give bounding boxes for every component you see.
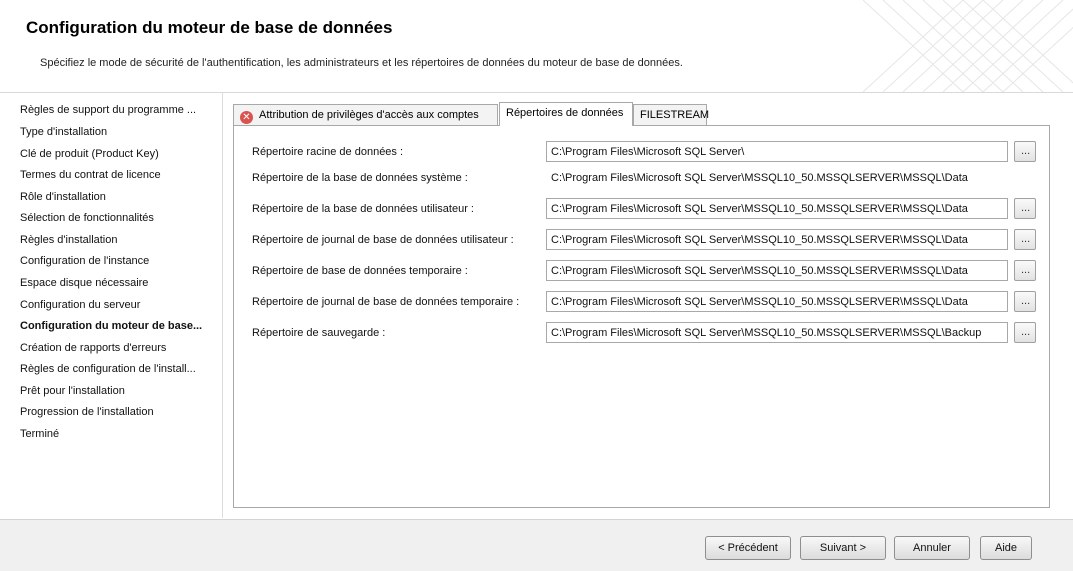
backup-dir-input[interactable] <box>546 322 1008 343</box>
user-log-dir-input[interactable] <box>546 229 1008 250</box>
temp-log-dir-browse-button[interactable]: ... <box>1014 291 1036 312</box>
sidebar-item-pret-installation[interactable]: Prêt pour l'installation <box>20 385 125 397</box>
header: Configuration du moteur de base de donné… <box>0 0 1073 93</box>
sidebar-item-configuration-moteur[interactable]: Configuration du moteur de base... <box>20 320 202 332</box>
user-db-dir-browse-button[interactable]: ... <box>1014 198 1036 219</box>
tab-filestream[interactable]: FILESTREAM <box>633 104 710 125</box>
previous-button[interactable]: < Précédent <box>705 536 791 560</box>
tab-label: Attribution de privilèges d'accès aux co… <box>259 109 479 121</box>
tab-label: FILESTREAM <box>640 109 710 121</box>
cancel-button[interactable]: Annuler <box>894 536 970 560</box>
sidebar-item-regles-installation[interactable]: Règles d'installation <box>20 234 118 246</box>
installer-window: Configuration du moteur de base de donné… <box>0 0 1073 571</box>
system-db-dir-label: Répertoire de la base de données système… <box>252 172 468 184</box>
temp-db-dir-browse-button[interactable]: ... <box>1014 260 1036 281</box>
sidebar-item-cle-produit[interactable]: Clé de produit (Product Key) <box>20 148 159 160</box>
backup-dir-browse-button[interactable]: ... <box>1014 322 1036 343</box>
temp-log-dir-label: Répertoire de journal de base de données… <box>252 296 520 308</box>
user-db-dir-label: Répertoire de la base de données utilisa… <box>252 203 474 215</box>
help-button[interactable]: Aide <box>980 536 1032 560</box>
temp-db-dir-label: Répertoire de base de données temporaire… <box>252 265 468 277</box>
sidebar-item-rapports-erreurs[interactable]: Création de rapports d'erreurs <box>20 342 166 354</box>
sidebar-item-termine[interactable]: Terminé <box>20 428 59 440</box>
sidebar-item-selection-fonctionnalites[interactable]: Sélection de fonctionnalités <box>20 212 154 224</box>
system-db-dir-value: C:\Program Files\Microsoft SQL Server\MS… <box>551 172 968 184</box>
sidebar-item-termes-licence[interactable]: Termes du contrat de licence <box>20 169 161 181</box>
root-dir-label: Répertoire racine de données : <box>252 146 404 158</box>
next-button[interactable]: Suivant > <box>800 536 886 560</box>
tab-label: Répertoires de données <box>506 107 624 119</box>
sidebar-item-regles-support[interactable]: Règles de support du programme ... <box>20 104 196 116</box>
sidebar-item-progression[interactable]: Progression de l'installation <box>20 406 154 418</box>
user-log-dir-label: Répertoire de journal de base de données… <box>252 234 514 246</box>
temp-log-dir-input[interactable] <box>546 291 1008 312</box>
sidebar-item-espace-disque[interactable]: Espace disque nécessaire <box>20 277 148 289</box>
tab-attribution-privileges[interactable]: ✕ Attribution de privilèges d'accès aux c… <box>233 104 498 125</box>
page-subtitle: Spécifiez le mode de sécurité de l'authe… <box>40 57 683 69</box>
backup-dir-label: Répertoire de sauvegarde : <box>252 327 386 339</box>
error-icon: ✕ <box>240 111 253 124</box>
header-decoration <box>862 0 1073 92</box>
sidebar-item-role-installation[interactable]: Rôle d'installation <box>20 191 106 203</box>
footer-button-bar: < Précédent Suivant > Annuler Aide <box>0 519 1073 571</box>
user-db-dir-input[interactable] <box>546 198 1008 219</box>
sidebar-item-type-installation[interactable]: Type d'installation <box>20 126 107 138</box>
temp-db-dir-input[interactable] <box>546 260 1008 281</box>
tab-repertoires-donnees[interactable]: Répertoires de données <box>499 102 633 126</box>
root-dir-input[interactable] <box>546 141 1008 162</box>
sidebar-item-regles-configuration[interactable]: Règles de configuration de l'install... <box>20 363 196 375</box>
user-log-dir-browse-button[interactable]: ... <box>1014 229 1036 250</box>
sidebar-item-configuration-serveur[interactable]: Configuration du serveur <box>20 299 140 311</box>
page-title: Configuration du moteur de base de donné… <box>26 18 393 37</box>
root-dir-browse-button[interactable]: ... <box>1014 141 1036 162</box>
sidebar-item-configuration-instance[interactable]: Configuration de l'instance <box>20 255 149 267</box>
